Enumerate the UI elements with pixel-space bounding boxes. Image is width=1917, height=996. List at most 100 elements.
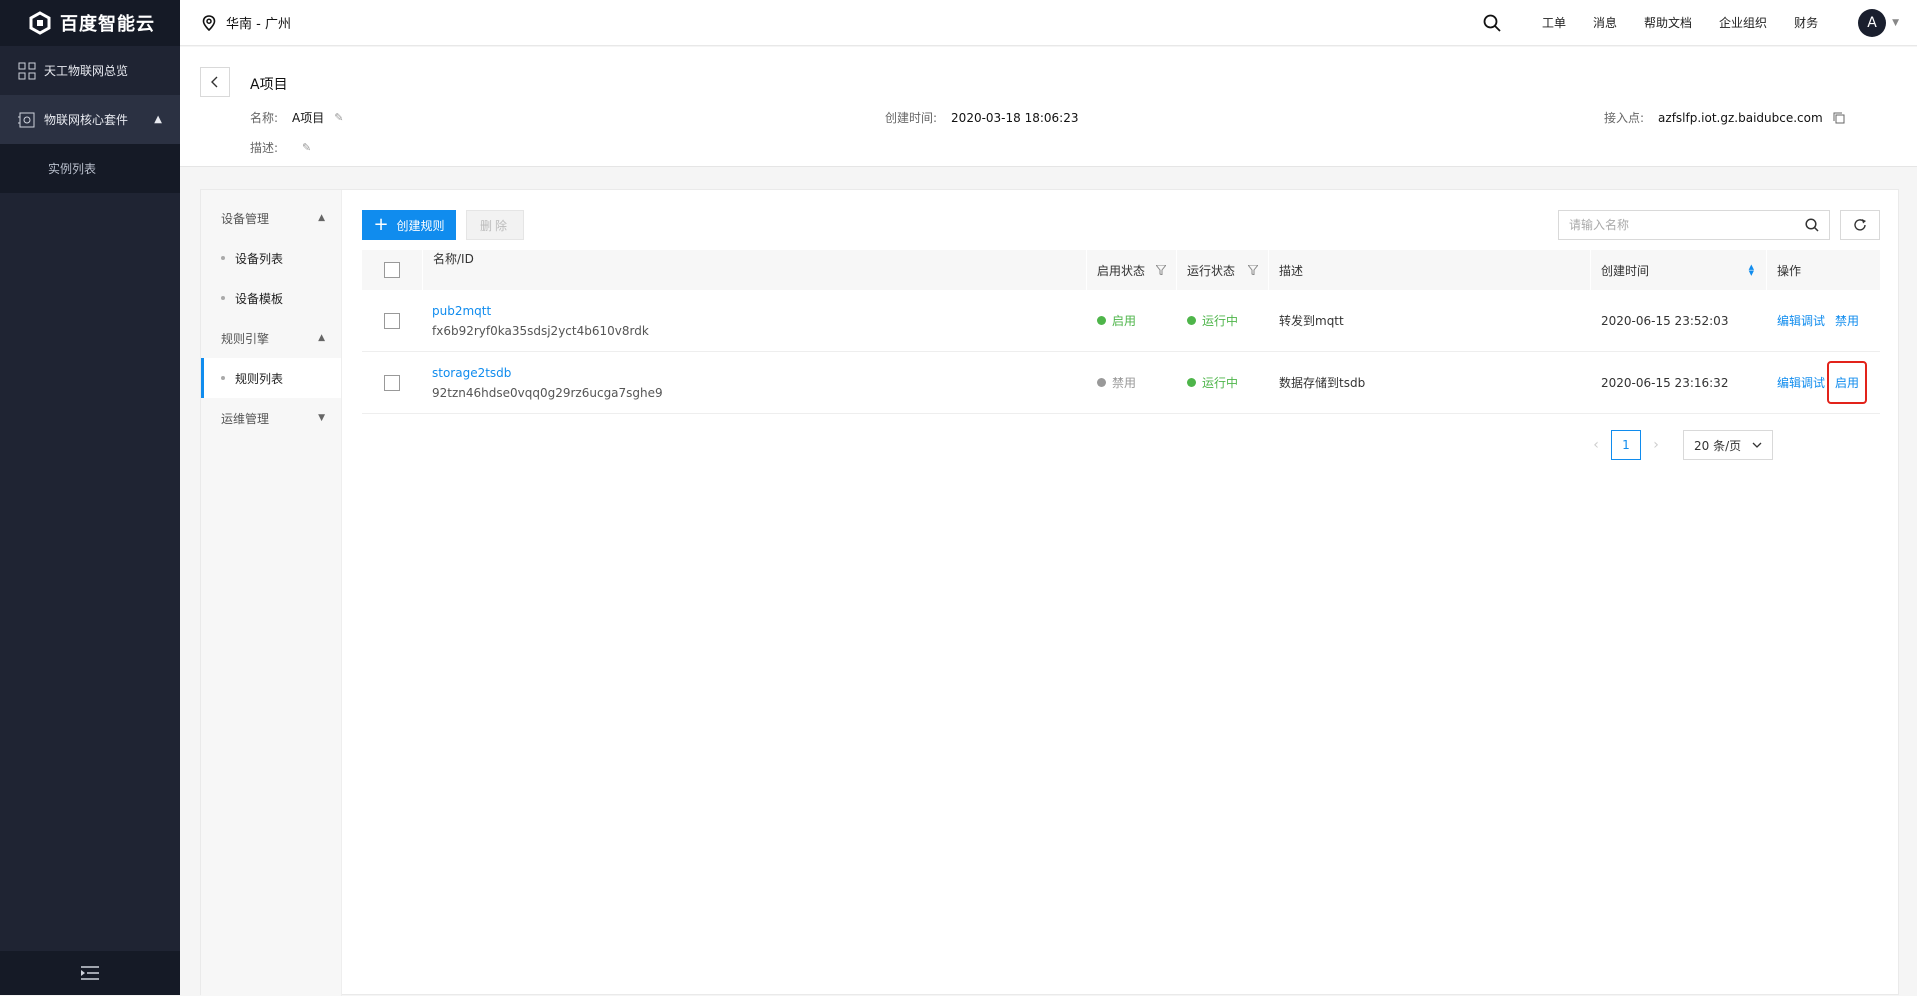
subnav-group-device[interactable]: 设备管理 ▲ <box>201 198 341 238</box>
subnav-item-rule-list[interactable]: 规则列表 <box>201 358 341 398</box>
desc-cell: 数据存储到tsdb <box>1268 352 1590 413</box>
subnav-group-rule-engine[interactable]: 规则引擎 ▲ <box>201 318 341 358</box>
project-desc-field: 描述: ✎ <box>250 139 311 156</box>
subnav-item-label: 设备列表 <box>235 251 284 266</box>
operations-cell: 编辑调试 启用 <box>1766 352 1880 413</box>
enable-status-badge: 启用 <box>1097 312 1136 329</box>
refresh-button[interactable] <box>1840 210 1880 240</box>
edit-name-icon[interactable]: ✎ <box>334 111 343 124</box>
status-dot-icon <box>1097 378 1106 387</box>
row-checkbox[interactable] <box>384 374 400 391</box>
select-all-checkbox[interactable] <box>384 262 400 278</box>
sidebar-item-instance-list[interactable]: 实例列表 <box>0 144 180 193</box>
filter-icon[interactable] <box>1248 265 1258 275</box>
subnav-item-label: 规则列表 <box>235 371 284 386</box>
delete-button[interactable]: 删除 <box>466 210 524 240</box>
rule-table: 名称/ID 启用状态 运行状态 描述 创建时间 ▲ ▼ 操作 pub2mqtt … <box>362 250 1880 414</box>
rule-name-link[interactable]: storage2tsdb <box>432 366 511 380</box>
create-rule-label: 创建规则 <box>396 218 445 233</box>
header-time[interactable]: 创建时间 ▲ ▼ <box>1590 250 1766 290</box>
operations-cell: 编辑调试 禁用 <box>1766 290 1880 351</box>
region-selector[interactable]: 华南 - 广州 <box>202 13 291 32</box>
subnav-item-device-template[interactable]: 设备模板 <box>201 278 341 318</box>
bullet-icon <box>221 376 225 380</box>
sort-icon[interactable]: ▲ ▼ <box>1749 264 1754 277</box>
page-current[interactable]: 1 <box>1611 430 1641 460</box>
subnav-item-device-list[interactable]: 设备列表 <box>201 238 341 278</box>
bullet-icon <box>221 256 225 260</box>
create-rule-button[interactable]: + 创建规则 <box>362 210 456 240</box>
row-checkbox[interactable] <box>384 312 400 329</box>
cloud-logo-icon <box>29 11 51 35</box>
next-page-icon[interactable]: › <box>1645 437 1667 453</box>
endpoint-field: 接入点: azfslfp.iot.gz.baidubce.com <box>1604 109 1845 126</box>
nav-messages[interactable]: 消息 <box>1593 14 1617 31</box>
nav-organization[interactable]: 企业组织 <box>1719 14 1767 31</box>
avatar[interactable]: A <box>1858 8 1887 37</box>
sidebar-item-label: 物联网核心套件 <box>44 113 129 127</box>
left-sidebar: 百度智能云 天工物联网总览 物联网核心套件 ▲ 实例列表 <box>0 0 180 995</box>
region-label: 华南 - 广州 <box>226 17 291 32</box>
filter-icon[interactable] <box>1156 265 1166 275</box>
copy-icon[interactable] <box>1833 112 1845 124</box>
brand-logo[interactable]: 百度智能云 <box>0 0 180 46</box>
run-status-text: 运行中 <box>1202 376 1239 390</box>
subnav-group-label: 设备管理 <box>221 211 270 226</box>
run-status-badge: 运行中 <box>1187 312 1238 329</box>
collapse-menu-icon <box>81 966 99 980</box>
enable-status-cell: 启用 <box>1086 290 1176 351</box>
enable-status-text: 启用 <box>1112 314 1137 328</box>
refresh-icon <box>1854 219 1866 231</box>
sidebar-collapse-button[interactable] <box>0 951 180 995</box>
secondary-nav: 设备管理 ▲ 设备列表 设备模板 规则引擎 ▲ 规则列表 运维管理 ▼ <box>201 190 342 996</box>
pagination: ‹ 1 › 20 条/页 <box>1585 430 1773 460</box>
header-name-label: 名称/ID <box>433 252 474 266</box>
nav-finance[interactable]: 财务 <box>1794 14 1818 31</box>
nav-ticket[interactable]: 工单 <box>1542 14 1566 31</box>
chevron-up-icon: ▲ <box>318 213 325 223</box>
header-desc: 描述 <box>1268 250 1590 290</box>
chevron-down-icon[interactable]: ▼ <box>1892 18 1899 28</box>
sidebar-item-overview[interactable]: 天工物联网总览 <box>0 46 180 95</box>
subnav-group-label: 规则引擎 <box>221 331 270 346</box>
edit-debug-link[interactable]: 编辑调试 <box>1777 312 1825 329</box>
page-size-select[interactable]: 20 条/页 <box>1683 430 1773 460</box>
back-button[interactable] <box>200 67 230 97</box>
plus-icon: + <box>373 214 389 235</box>
created-label: 创建时间: <box>885 111 938 125</box>
row-select-cell <box>362 290 422 351</box>
page-size-label: 20 条/页 <box>1694 438 1742 453</box>
search-box <box>1558 210 1830 240</box>
brand-name: 百度智能云 <box>60 14 155 35</box>
page-title: A项目 <box>250 77 288 93</box>
sidebar-item-core-suite[interactable]: 物联网核心套件 ▲ <box>0 95 180 144</box>
subnav-group-label: 运维管理 <box>221 411 270 426</box>
header-desc-label: 描述 <box>1279 263 1304 278</box>
disable-link[interactable]: 禁用 <box>1835 312 1859 329</box>
select-all-cell <box>362 250 422 290</box>
prev-page-icon[interactable]: ‹ <box>1585 437 1607 453</box>
subnav-group-ops[interactable]: 运维管理 ▼ <box>201 398 341 438</box>
table-header: 名称/ID 启用状态 运行状态 描述 创建时间 ▲ ▼ 操作 <box>362 250 1880 290</box>
nav-help-docs[interactable]: 帮助文档 <box>1644 14 1692 31</box>
search-input[interactable] <box>1569 218 1805 232</box>
edit-debug-link[interactable]: 编辑调试 <box>1777 374 1825 391</box>
search-icon[interactable] <box>1805 218 1819 232</box>
header-op: 操作 <box>1766 250 1880 290</box>
header-time-label: 创建时间 <box>1601 263 1650 278</box>
rule-id: 92tzn46hdse0vqq0g29rz6ucga7sghe9 <box>432 385 663 400</box>
status-dot-icon <box>1097 316 1106 325</box>
enable-status-text: 禁用 <box>1112 376 1137 390</box>
rule-id: fx6b92ryf0ka35sdsj2yct4b610v8rdk <box>432 323 649 338</box>
edit-desc-icon[interactable]: ✎ <box>302 141 311 154</box>
desc-cell: 转发到mqtt <box>1268 290 1590 351</box>
created-time-cell: 2020-06-15 23:16:32 <box>1590 352 1766 413</box>
chevron-down-icon <box>1752 442 1762 448</box>
enable-link[interactable]: 启用 <box>1827 361 1868 404</box>
top-nav: 工单 消息 帮助文档 企业组织 财务 A ▼ <box>1483 8 1917 37</box>
run-status-cell: 运行中 <box>1176 290 1268 351</box>
rule-name-link[interactable]: pub2mqtt <box>432 304 491 318</box>
name-value: A项目 <box>292 111 325 125</box>
search-icon[interactable] <box>1483 14 1501 32</box>
header-run: 运行状态 <box>1176 250 1268 290</box>
